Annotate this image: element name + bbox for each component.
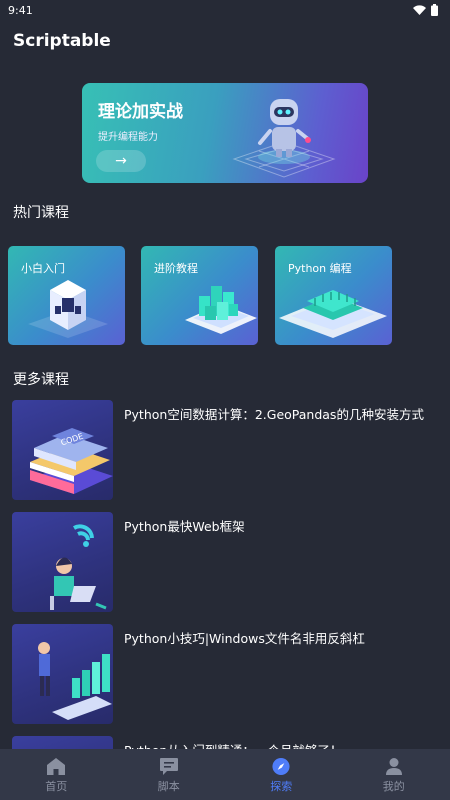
script-icon bbox=[159, 758, 178, 775]
robot-illustration bbox=[232, 99, 336, 178]
tab-mine[interactable]: 我的 bbox=[338, 749, 450, 800]
course-title: Python空间数据计算：2.GeoPandas的几种安装方式 bbox=[124, 407, 424, 422]
course-item[interactable]: Python最快Web框架 bbox=[12, 512, 432, 612]
banner-title: 理论加实战 bbox=[98, 102, 183, 122]
hot-card-advanced[interactable]: 进阶教程 bbox=[141, 246, 258, 345]
books-illustration: CODE bbox=[30, 428, 113, 494]
course-thumbnail bbox=[12, 512, 113, 612]
user-icon bbox=[385, 758, 402, 775]
app-title: Scriptable bbox=[13, 31, 111, 51]
tab-label: 首页 bbox=[45, 780, 68, 793]
banner-arrow-button[interactable]: → bbox=[96, 150, 146, 172]
status-bar: 9:41 bbox=[0, 0, 450, 20]
bottom-tab-bar: 首页 脚本 探索 我的 bbox=[0, 749, 450, 800]
compass-icon bbox=[272, 757, 290, 776]
course-item[interactable]: Python小技巧|Windows文件名非用反斜杠 bbox=[12, 624, 432, 724]
hot-card-beginner[interactable]: 小白入门 bbox=[8, 246, 125, 345]
arrow-right-icon: → bbox=[115, 153, 127, 169]
tab-label: 脚本 bbox=[157, 780, 180, 793]
wifi-icon bbox=[413, 5, 426, 15]
status-time: 9:41 bbox=[8, 3, 33, 17]
tab-home[interactable]: 首页 bbox=[0, 749, 113, 800]
hot-card-python[interactable]: Python 编程 bbox=[275, 246, 392, 345]
course-title: Python最快Web框架 bbox=[124, 519, 245, 534]
more-courses-title: 更多课程 bbox=[13, 372, 69, 388]
course-item[interactable]: CODE Python空间数据计算：2.GeoPandas的几种安装方式 bbox=[12, 400, 432, 500]
home-icon bbox=[47, 758, 66, 775]
tab-script[interactable]: 脚本 bbox=[113, 749, 226, 800]
banner-subtitle: 提升编程能力 bbox=[98, 132, 158, 143]
course-thumbnail bbox=[12, 624, 113, 724]
chart-person-illustration bbox=[38, 642, 112, 720]
hot-card-label: Python 编程 bbox=[288, 262, 352, 275]
hot-card-label: 进阶教程 bbox=[154, 262, 198, 275]
promo-banner[interactable]: 理论加实战 提升编程能力 → bbox=[82, 83, 368, 183]
battery-icon bbox=[431, 4, 438, 16]
course-thumbnail: CODE bbox=[12, 400, 113, 500]
tab-explore[interactable]: 探索 bbox=[225, 749, 338, 800]
tab-label: 我的 bbox=[382, 780, 405, 793]
hot-card-label: 小白入门 bbox=[21, 262, 65, 275]
laptop-person-illustration bbox=[50, 524, 107, 610]
tab-label: 探索 bbox=[270, 780, 293, 793]
course-title: Python小技巧|Windows文件名非用反斜杠 bbox=[124, 631, 365, 646]
hot-courses-title: 热门课程 bbox=[13, 205, 69, 221]
